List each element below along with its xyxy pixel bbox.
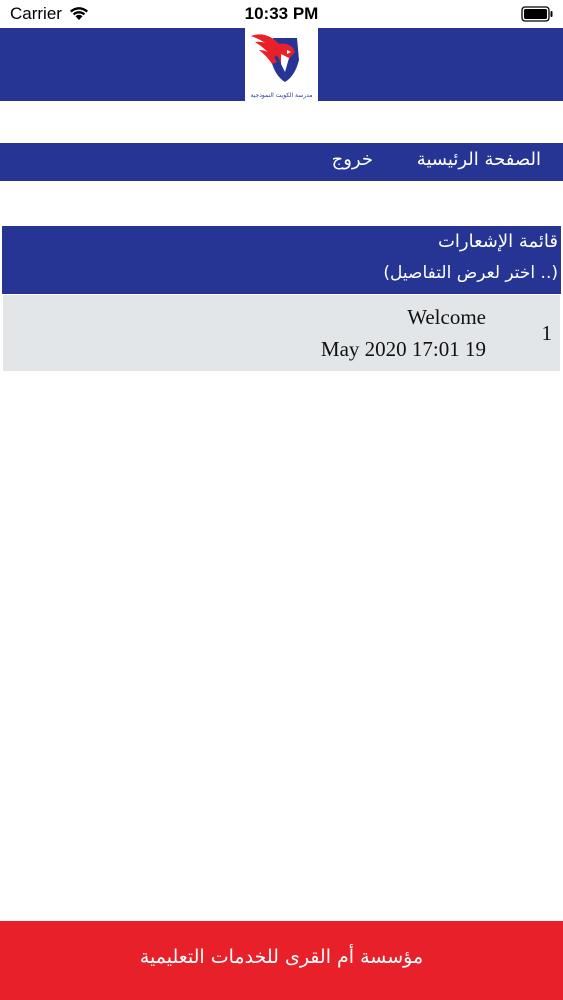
clock: 10:33 PM	[244, 4, 319, 23]
notifications-header: قائمة الإشعارات (.. اختر لعرض التفاصيل)	[2, 226, 561, 294]
notification-row[interactable]: Welcome May 2020 17:01 19 1	[3, 295, 560, 371]
notification-title: Welcome	[407, 305, 486, 329]
notifications-title: قائمة الإشعارات	[437, 231, 558, 252]
notification-index: 1	[541, 321, 553, 345]
battery-icon	[521, 6, 553, 26]
nav-bar: الصفحة الرئيسية خروج	[0, 143, 563, 181]
status-bar: Carrier 10:33 PM	[0, 0, 563, 28]
logout-link[interactable]: خروج	[332, 149, 373, 170]
eagle-shield-icon	[251, 34, 299, 82]
notification-date: May 2020 17:01 19	[320, 337, 486, 361]
app-header: مدرسة الكويت النموذجية	[0, 28, 563, 101]
logo-caption: مدرسة الكويت النموذجية	[250, 92, 313, 99]
footer-text: مؤسسة أم القرى للخدمات التعليمية	[139, 946, 424, 968]
notifications-subtitle: (.. اختر لعرض التفاصيل)	[383, 263, 558, 283]
footer-bar: مؤسسة أم القرى للخدمات التعليمية	[0, 921, 563, 1000]
home-link[interactable]: الصفحة الرئيسية	[417, 149, 541, 170]
school-logo: مدرسة الكويت النموذجية	[245, 28, 318, 101]
